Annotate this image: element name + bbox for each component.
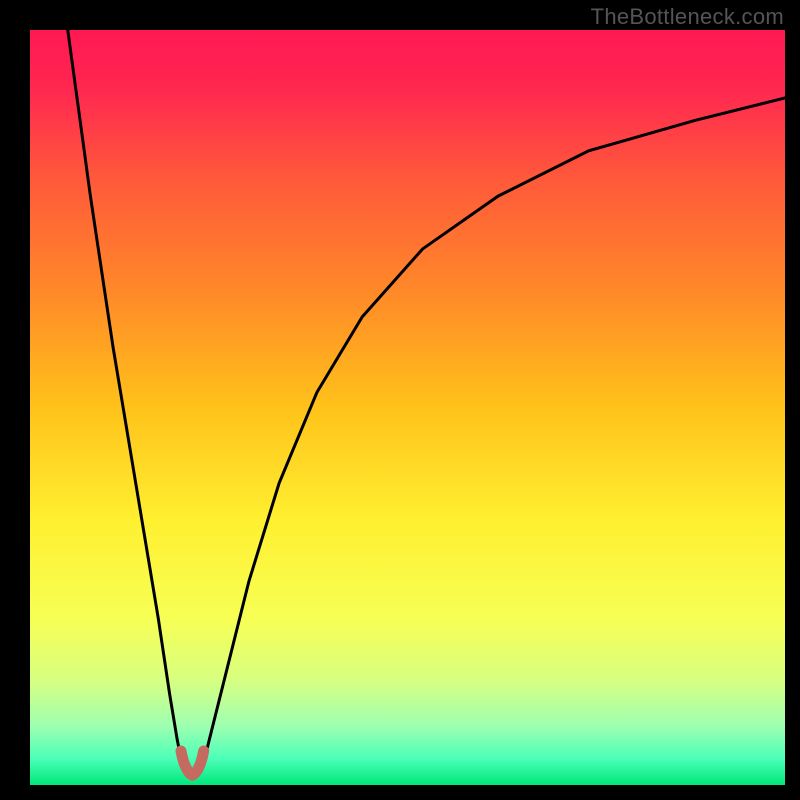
valley-highlight-icon — [181, 751, 204, 775]
plot-area — [30, 30, 785, 785]
curve-right-branch — [198, 98, 785, 776]
curve-layer — [30, 30, 785, 785]
chart-frame: TheBottleneck.com — [0, 0, 800, 800]
curve-left-branch — [68, 30, 187, 776]
watermark-text: TheBottleneck.com — [591, 4, 784, 30]
